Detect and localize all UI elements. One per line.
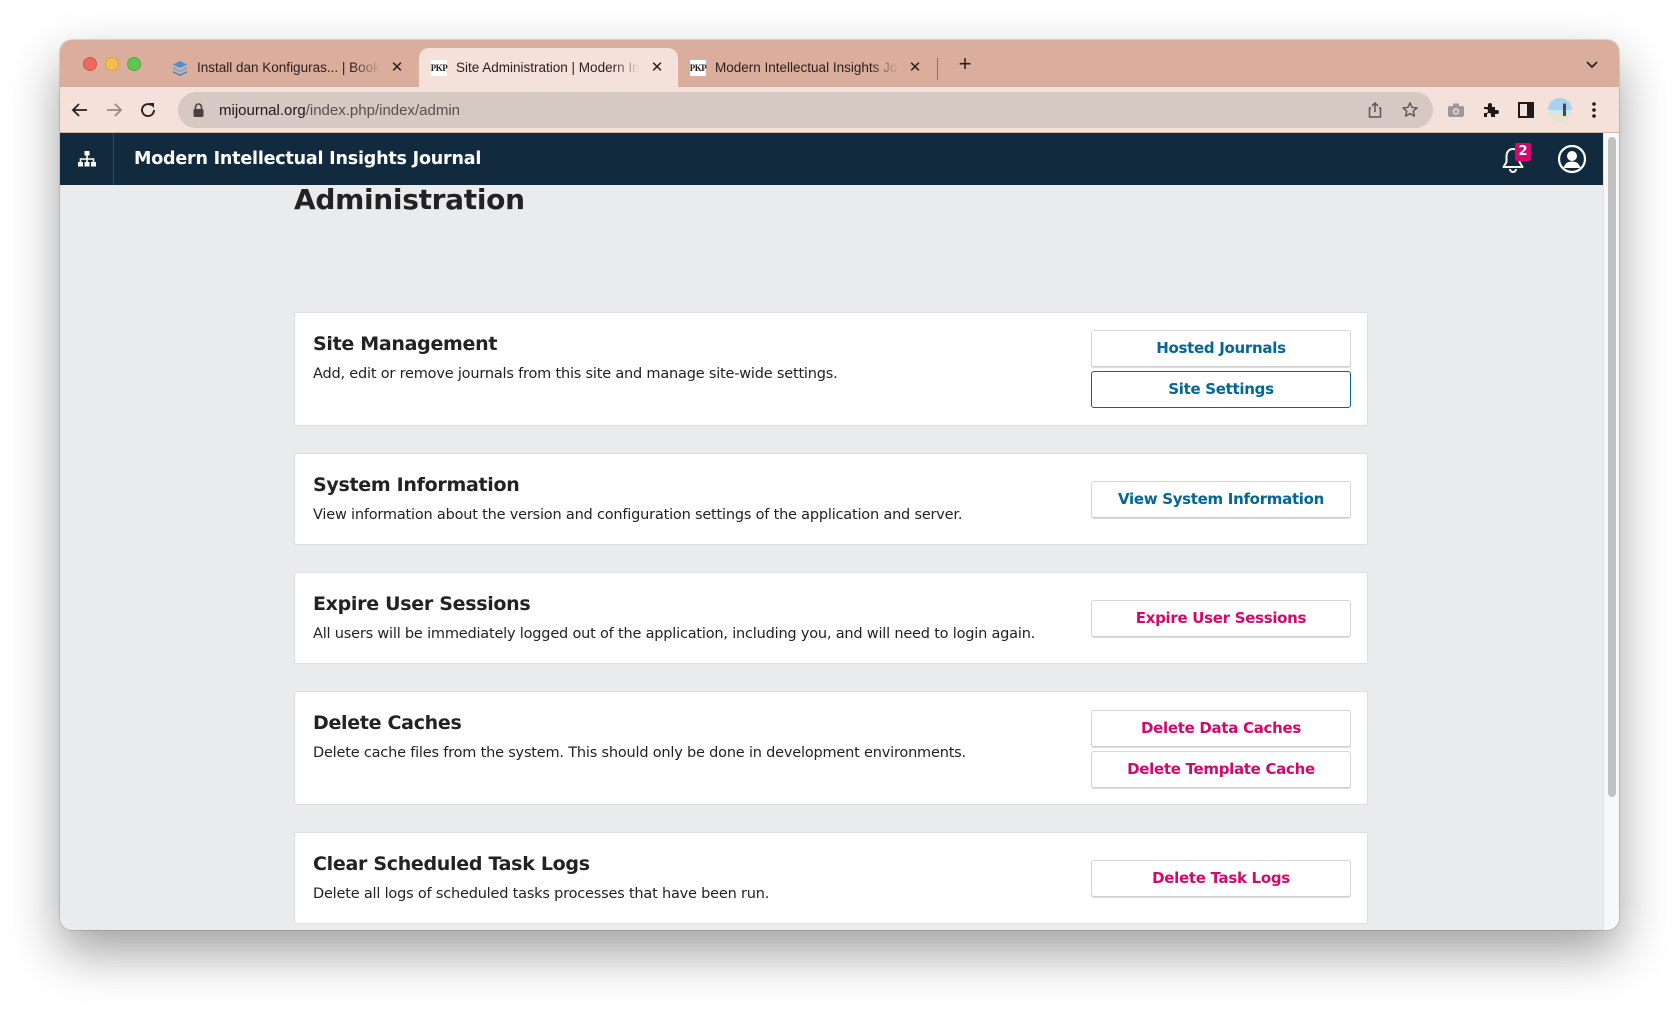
section-title: Delete Caches — [313, 712, 462, 734]
url-text[interactable]: mijournal.org/index.php/index/admin — [219, 102, 460, 119]
tab-strip: Install dan Konfiguras... | Book ✕ PKP S… — [60, 40, 1619, 87]
site-settings-button[interactable]: Site Settings — [1091, 371, 1351, 408]
page-title: Administration — [294, 183, 525, 216]
hosted-journals-button[interactable]: Hosted Journals — [1091, 330, 1351, 367]
tab-search-chevron-icon[interactable] — [1583, 55, 1601, 73]
delete-template-cache-button[interactable]: Delete Template Cache — [1091, 751, 1351, 788]
section-system-information: System Information View information abou… — [294, 453, 1368, 545]
sitemap-button[interactable] — [60, 133, 114, 185]
section-title: Site Management — [313, 333, 498, 355]
maximize-window-button[interactable] — [127, 57, 141, 71]
section-title: Expire User Sessions — [313, 593, 531, 615]
user-avatar-icon — [1557, 144, 1587, 174]
delete-data-caches-button[interactable]: Delete Data Caches — [1091, 710, 1351, 747]
extensions-button[interactable] — [1479, 98, 1503, 122]
close-tab-icon[interactable]: ✕ — [906, 59, 924, 77]
profile-avatar[interactable] — [1548, 98, 1572, 122]
browser-menu-button[interactable] — [1582, 98, 1606, 122]
address-bar[interactable]: mijournal.org/index.php/index/admin — [178, 92, 1433, 128]
reload-icon — [141, 103, 155, 117]
screenshot-extension-button[interactable] — [1444, 98, 1468, 122]
section-title: Clear Scheduled Task Logs — [313, 853, 590, 875]
close-window-button[interactable] — [83, 57, 97, 71]
tab-separator — [937, 58, 938, 80]
section-expire-user-sessions: Expire User Sessions All users will be i… — [294, 572, 1368, 664]
forward-button[interactable] — [102, 98, 126, 122]
side-panel-button[interactable] — [1514, 98, 1538, 122]
scrollbar-thumb[interactable] — [1608, 137, 1616, 797]
sitemap-icon — [77, 151, 96, 167]
tab-title: Modern Intellectual Insights Journal — [715, 60, 898, 75]
reload-button[interactable] — [136, 98, 160, 122]
pkp-icon: PKP — [690, 59, 707, 76]
browser-toolbar: mijournal.org/index.php/index/admin — [60, 87, 1619, 133]
section-site-management: Site Management Add, edit or remove jour… — [294, 312, 1368, 426]
expire-user-sessions-button[interactable]: Expire User Sessions — [1091, 600, 1351, 637]
side-panel-icon — [1518, 102, 1534, 118]
arrow-right-icon — [107, 103, 123, 117]
share-icon[interactable] — [1363, 98, 1387, 122]
tab-title: Site Administration | Modern Intellectua… — [456, 60, 640, 75]
back-button[interactable] — [68, 98, 92, 122]
tab-journal-home[interactable]: PKP Modern Intellectual Insights Journal… — [678, 48, 936, 87]
bookstack-icon — [172, 60, 188, 76]
new-tab-button[interactable]: + — [953, 53, 977, 77]
camera-icon — [1448, 103, 1464, 117]
pkp-icon: PKP — [431, 59, 448, 76]
tab-site-administration[interactable]: PKP Site Administration | Modern Intelle… — [419, 48, 678, 87]
page-scrollbar[interactable] — [1603, 133, 1619, 930]
tab-bookstack[interactable]: Install dan Konfiguras... | Book ✕ — [160, 48, 418, 87]
close-tab-icon[interactable]: ✕ — [388, 59, 406, 77]
delete-task-logs-button[interactable]: Delete Task Logs — [1091, 860, 1351, 897]
section-title: System Information — [313, 474, 520, 496]
bookmark-star-icon[interactable] — [1398, 98, 1422, 122]
puzzle-icon — [1484, 103, 1499, 117]
journal-name[interactable]: Modern Intellectual Insights Journal — [134, 133, 481, 185]
user-menu-button[interactable] — [1557, 144, 1587, 174]
section-description: All users will be immediately logged out… — [313, 626, 1036, 642]
arrow-left-icon — [71, 103, 87, 117]
section-description: Delete all logs of scheduled tasks proce… — [313, 886, 770, 902]
section-description: Delete cache files from the system. This… — [313, 745, 966, 761]
kebab-menu-icon — [1592, 102, 1596, 118]
notification-count-badge: 2 — [1515, 143, 1531, 161]
minimize-window-button[interactable] — [105, 57, 119, 71]
page-viewport: Modern Intellectual Insights Journal 2 A… — [60, 133, 1603, 930]
browser-window: Install dan Konfiguras... | Book ✕ PKP S… — [60, 40, 1619, 930]
tab-title: Install dan Konfiguras... | Book — [197, 60, 380, 75]
app-header: Modern Intellectual Insights Journal 2 — [60, 133, 1603, 185]
lock-icon — [193, 103, 205, 117]
section-description: Add, edit or remove journals from this s… — [313, 366, 838, 382]
section-delete-caches: Delete Caches Delete cache files from th… — [294, 691, 1368, 805]
close-tab-icon[interactable]: ✕ — [648, 59, 666, 77]
section-description: View information about the version and c… — [313, 507, 963, 523]
view-system-information-button[interactable]: View System Information — [1091, 481, 1351, 518]
section-clear-scheduled-task-logs: Clear Scheduled Task Logs Delete all log… — [294, 832, 1368, 924]
